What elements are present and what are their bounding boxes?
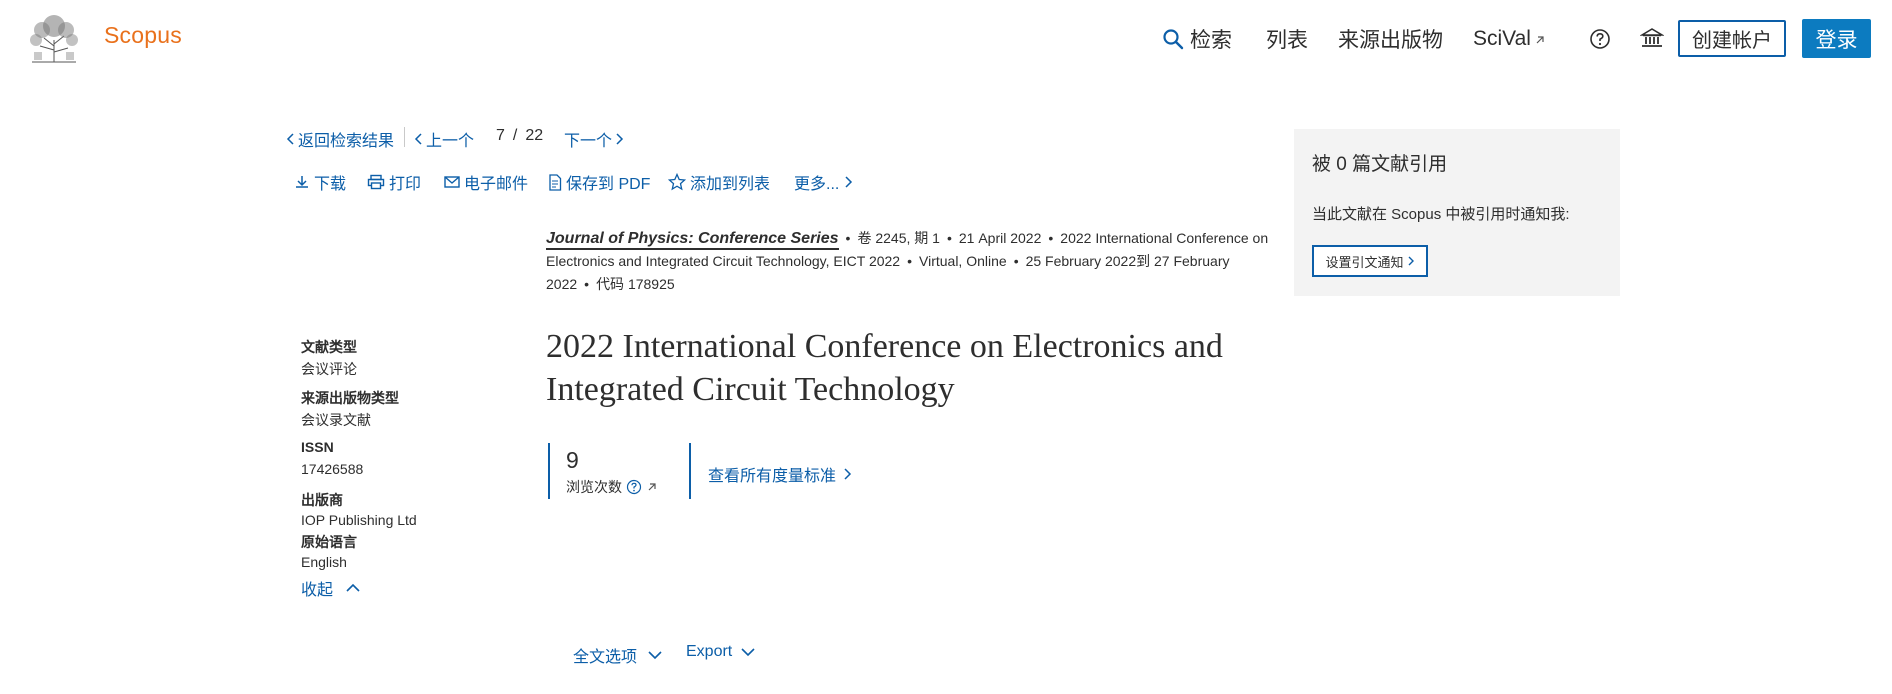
chevron-left-icon [286,133,294,145]
prev-result-link[interactable]: 上一个 [414,127,474,151]
create-account-button[interactable]: 创建帐户 [1678,20,1786,57]
language-label: 原始语言 [301,534,357,550]
total-result-number: 22 [525,127,544,144]
chevron-right-icon [1408,256,1414,266]
prev-result-label: 上一个 [426,133,475,150]
help-circle-icon[interactable] [626,479,642,495]
external-link-icon[interactable] [646,481,658,493]
bullet-separator: • [1013,253,1019,269]
views-label: 浏览次数 [566,479,622,495]
nav-search[interactable]: 检索 [1162,24,1232,54]
source-type-label: 来源出版物类型 [301,390,399,406]
external-link-icon [1536,36,1544,44]
bullet-separator: • [845,230,851,246]
email-button[interactable]: 电子邮件 [444,170,528,194]
next-result-link[interactable]: 下一个 [564,127,624,151]
download-button[interactable]: 下载 [294,170,346,194]
institution-icon[interactable] [1639,26,1665,55]
result-position: 7 / 22 [496,127,543,145]
fulltext-options-label: 全文选项 [573,649,638,666]
metric-divider [548,443,550,499]
publisher-label: 出版商 [301,492,343,508]
chevron-right-icon [845,176,853,188]
elsevier-logo-icon[interactable] [26,12,82,64]
views-count: 9 [566,447,579,473]
chevron-down-icon [648,651,662,660]
login-button[interactable]: 登录 [1802,19,1871,58]
result-slash: / [512,127,518,144]
chevron-up-icon [346,583,360,592]
document-title: 2022 International Conference on Electro… [546,328,1223,408]
back-to-results-link[interactable]: 返回检索结果 [286,127,394,151]
source-volume: 卷 2245, 期 1 [857,230,940,246]
envelope-icon [444,176,460,188]
views-label-group: 浏览次数 [566,477,658,497]
add-to-list-button[interactable]: 添加到列表 [668,170,770,194]
bullet-separator: • [584,276,590,292]
set-citation-alert-label: 设置引文通知 [1325,254,1404,270]
bullet-separator: • [907,253,912,269]
nav-sources[interactable]: 来源出版物 [1338,24,1443,54]
metric-divider [689,443,691,499]
help-icon[interactable] [1589,28,1611,55]
print-label: 打印 [389,176,422,193]
view-all-metrics-label: 查看所有度量标准 [708,468,837,485]
bullet-separator: • [1048,230,1054,246]
cited-by-title: 被 0 篇文献引用 [1312,154,1448,175]
set-citation-alert-button[interactable]: 设置引文通知 [1312,245,1428,277]
download-icon [296,176,308,188]
more-actions-label: 更多... [794,176,840,193]
current-result-number: 7 [496,127,505,144]
scopus-brand[interactable]: Scopus [104,22,182,49]
save-pdf-button[interactable]: 保存到 PDF [548,170,650,194]
chevron-right-icon [844,468,852,480]
issn-label: ISSN [301,439,334,455]
search-icon [1163,29,1184,50]
nav-scival[interactable]: SciVal [1473,24,1546,54]
doc-type-label: 文献类型 [301,339,357,355]
doc-type-value: 会议评论 [301,361,357,377]
chevron-down-icon [741,648,755,657]
export-label: Export [686,643,733,660]
nav-lists-label: 列表 [1266,29,1308,52]
print-button[interactable]: 打印 [367,170,421,194]
source-code: 代码 178925 [596,276,675,292]
nav-scival-label: SciVal [1473,27,1531,50]
download-label: 下载 [314,176,347,193]
source-info: Journal of Physics: Conference Series • 卷 … [546,227,1276,296]
pdf-file-icon [549,173,562,191]
journal-link[interactable]: Journal of Physics: Conference Series [546,230,839,250]
more-actions-button[interactable]: 更多... [794,170,857,194]
view-all-metrics-link[interactable]: 查看所有度量标准 [708,462,852,486]
export-dropdown[interactable]: Export [686,643,756,661]
language-value: English [301,554,347,570]
save-pdf-label: 保存到 PDF [566,176,651,193]
add-to-list-label: 添加到列表 [690,176,771,193]
collapse-metadata-button[interactable]: 收起 [301,576,361,600]
nav-search-label: 检索 [1190,29,1232,52]
issn-value: 17426588 [301,461,364,477]
chevron-left-icon [414,133,422,145]
source-date: 21 April 2022 [958,230,1042,246]
collapse-label: 收起 [301,582,334,599]
printer-icon [367,174,385,190]
back-to-results-label: 返回检索结果 [298,133,395,150]
next-result-label: 下一个 [564,133,613,150]
nav-divider [404,127,405,147]
nav-lists[interactable]: 列表 [1266,24,1308,54]
bullet-separator: • [946,230,952,246]
publisher-value: IOP Publishing Ltd [301,512,417,528]
fulltext-options-dropdown[interactable]: 全文选项 [573,643,663,667]
email-label: 电子邮件 [464,176,529,193]
nav-sources-label: 来源出版物 [1338,29,1443,52]
source-location: Virtual, Online [919,253,1007,269]
source-type-value: 会议录文献 [301,412,371,428]
cited-by-notify-text: 当此文献在 Scopus 中被引用时通知我: [1312,206,1570,223]
star-icon [668,173,686,191]
chevron-right-icon [616,133,624,145]
